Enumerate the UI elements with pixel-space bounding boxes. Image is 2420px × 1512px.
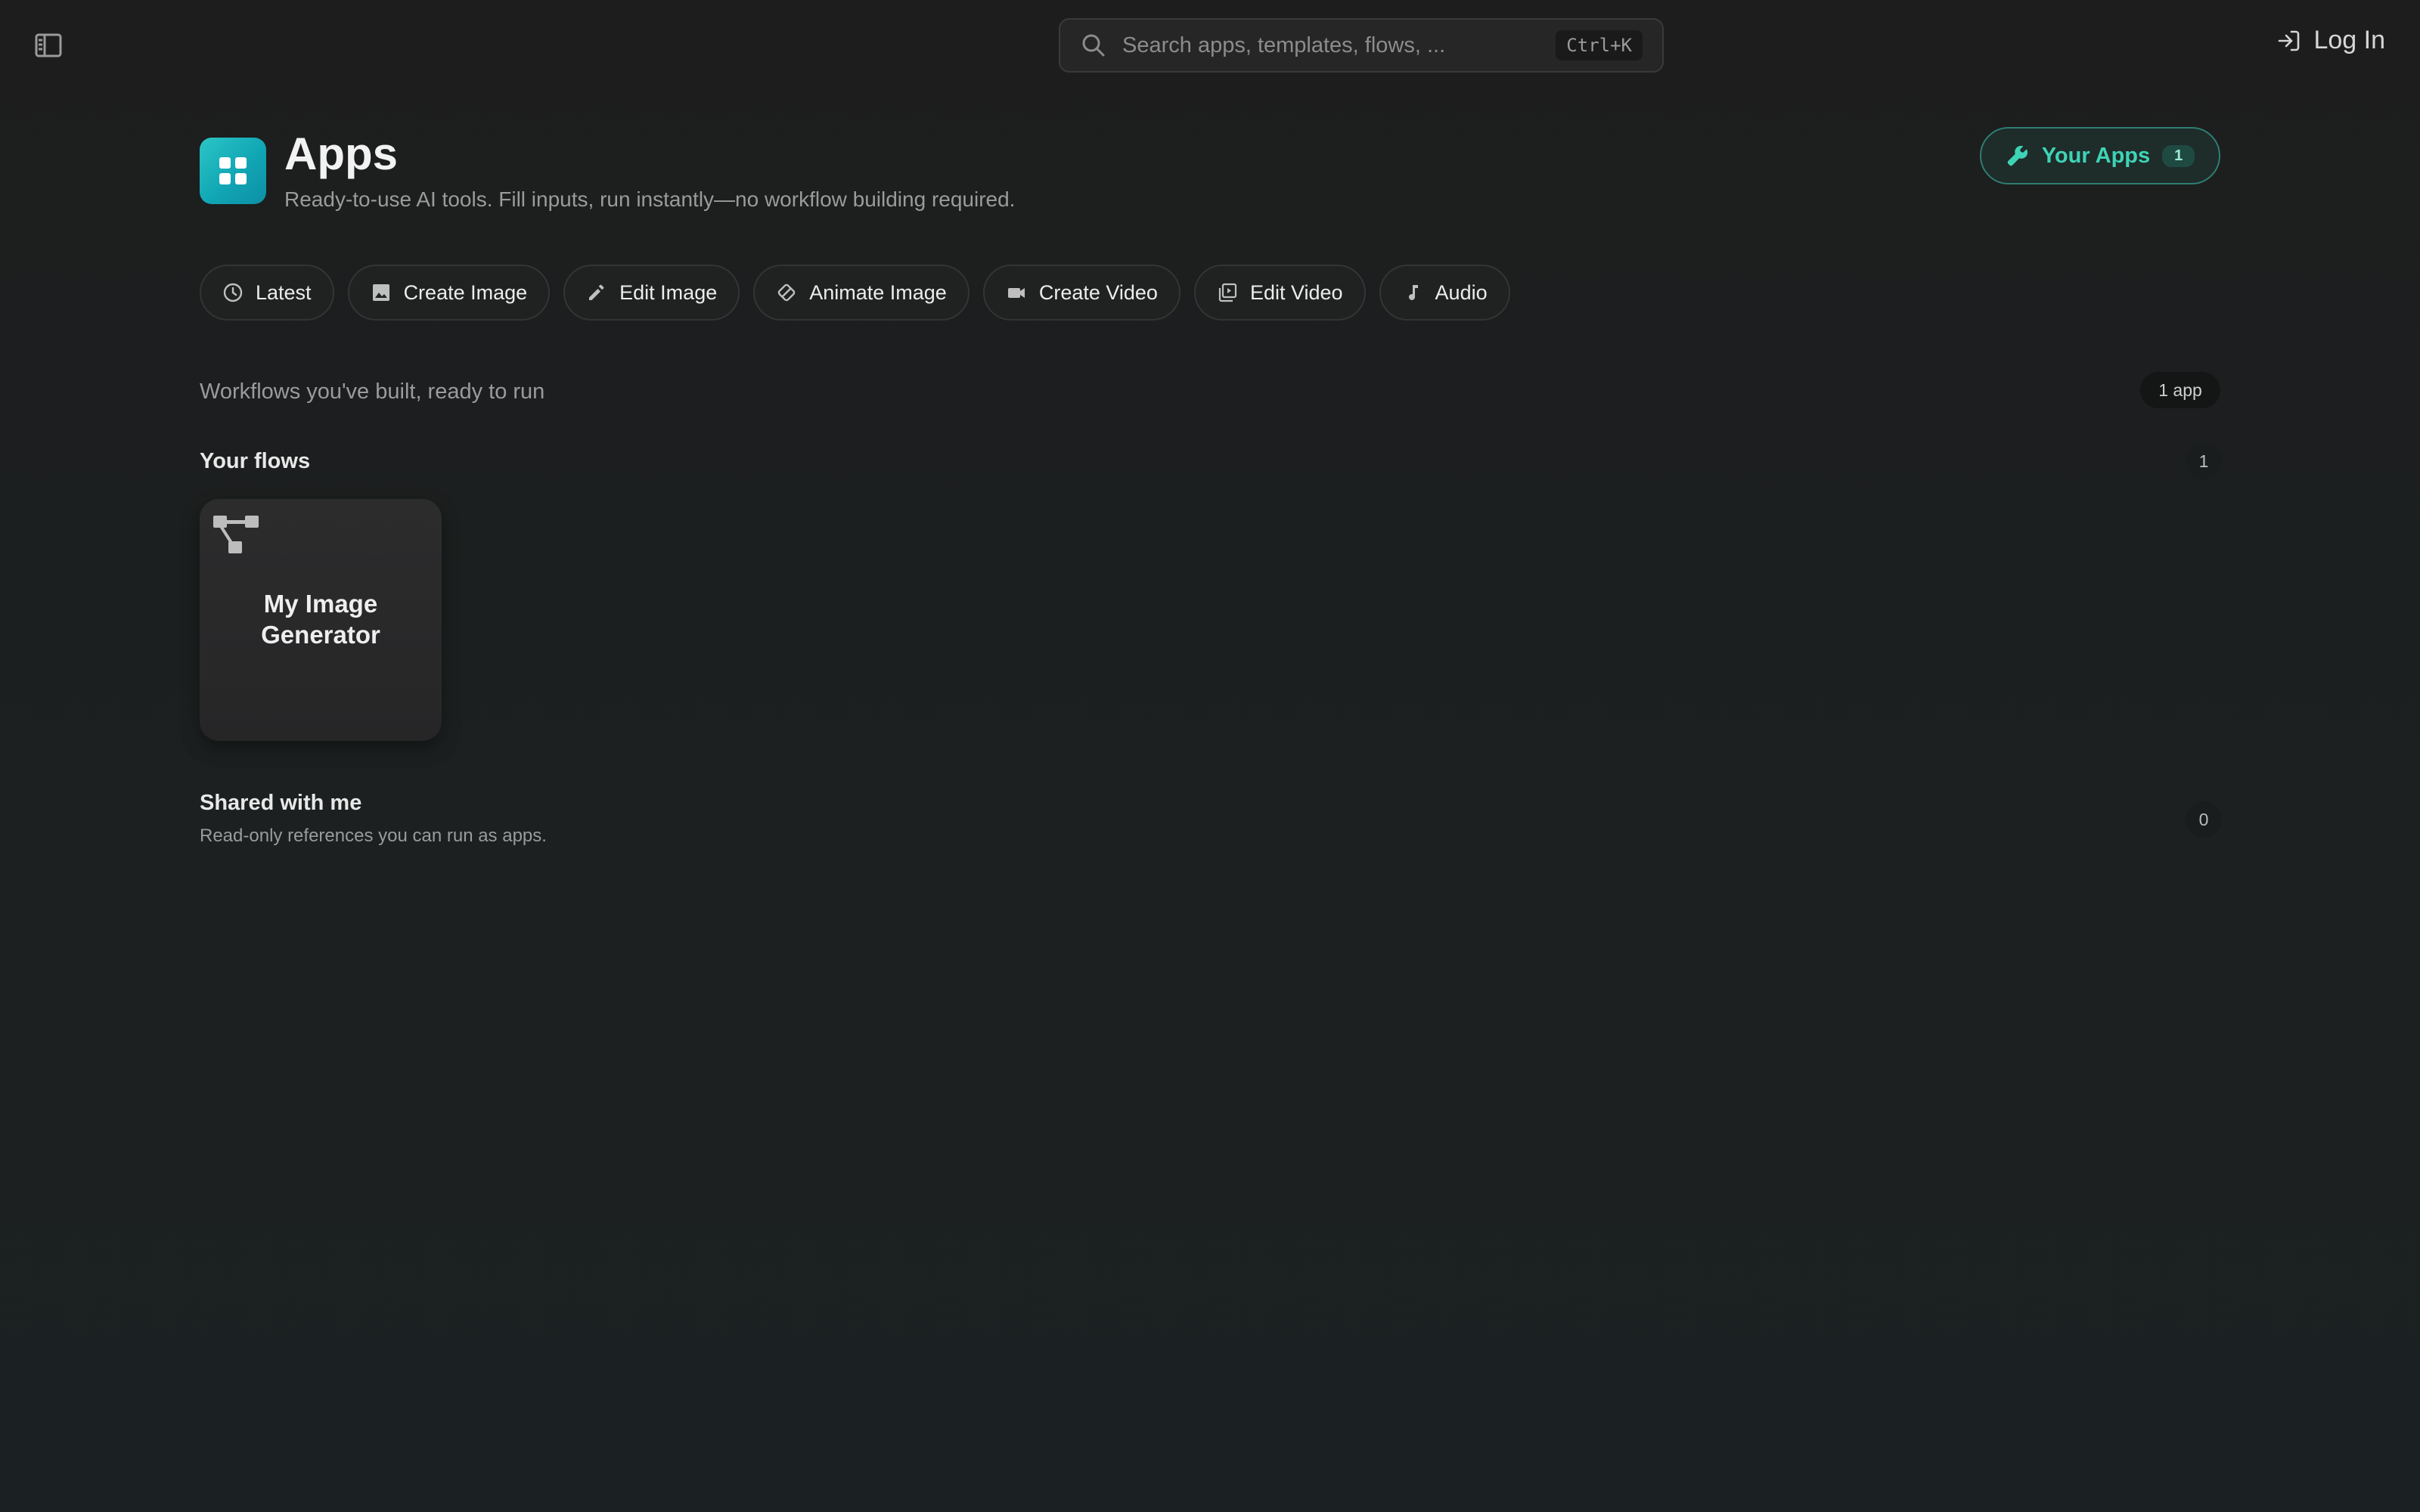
- login-label: Log In: [2313, 26, 2385, 54]
- your-apps-count-badge: 1: [2162, 144, 2195, 167]
- flow-card-title: My Image Generator: [261, 590, 380, 649]
- sidebar-toggle-icon: [35, 33, 62, 57]
- your-apps-button[interactable]: Your Apps 1: [1980, 127, 2220, 184]
- category-chip-label: Edit Image: [619, 280, 718, 304]
- category-chip-label: Edit Video: [1249, 280, 1343, 304]
- apps-logo: [200, 138, 266, 204]
- workflows-caption: Workflows you've built, ready to run: [200, 380, 545, 404]
- category-chip-label: Create Video: [1038, 280, 1158, 304]
- category-chip-create-image[interactable]: Create Image: [347, 265, 551, 321]
- login-icon: [2279, 30, 2300, 51]
- music-note-icon: [1408, 285, 1418, 300]
- search-icon: [1082, 34, 1105, 57]
- flow-card[interactable]: My Image Generator: [200, 499, 442, 741]
- animate-icon: [777, 284, 796, 302]
- your-flows-count-badge: 1: [2186, 443, 2222, 479]
- clock-icon: [223, 283, 243, 302]
- page-subtitle: Ready-to-use AI tools. Fill inputs, run …: [284, 187, 1016, 211]
- page-title: Apps: [284, 129, 398, 179]
- category-filter-bar: Latest Create Image Edit Image Animate I…: [200, 265, 1510, 321]
- category-chip-edit-image[interactable]: Edit Image: [563, 265, 740, 321]
- category-chip-latest[interactable]: Latest: [200, 265, 334, 321]
- video-library-icon: [1218, 283, 1237, 302]
- category-chip-audio[interactable]: Audio: [1379, 265, 1510, 321]
- shared-with-me-subtitle: Read-only references you can run as apps…: [200, 826, 547, 846]
- sidebar-toggle-button[interactable]: [30, 30, 67, 60]
- grid-icon: [219, 157, 247, 184]
- category-chip-label: Audio: [1435, 280, 1488, 304]
- shared-count-badge: 0: [2186, 801, 2222, 838]
- search-bar[interactable]: Ctrl+K: [1059, 18, 1664, 73]
- video-camera-icon: [1007, 288, 1025, 298]
- image-icon: [372, 284, 389, 301]
- search-shortcut-hint: Ctrl+K: [1556, 30, 1643, 60]
- category-chip-animate-image[interactable]: Animate Image: [753, 265, 970, 321]
- search-input[interactable]: [1122, 33, 1556, 58]
- category-chip-create-video[interactable]: Create Video: [982, 265, 1181, 321]
- shared-with-me-heading: Shared with me: [200, 791, 362, 815]
- login-button[interactable]: Log In: [2277, 26, 2385, 55]
- category-chip-edit-video[interactable]: Edit Video: [1193, 265, 1366, 321]
- your-flows-heading: Your flows: [200, 449, 311, 473]
- category-chip-label: Create Image: [403, 280, 528, 304]
- your-apps-label: Your Apps: [2041, 143, 2151, 168]
- wrench-icon: [2007, 145, 2028, 166]
- category-chip-label: Latest: [256, 280, 312, 304]
- category-chip-label: Animate Image: [809, 280, 947, 304]
- app-count-badge: 1 app: [2140, 372, 2220, 408]
- pencil-icon: [589, 284, 604, 300]
- flow-icon: [213, 516, 259, 553]
